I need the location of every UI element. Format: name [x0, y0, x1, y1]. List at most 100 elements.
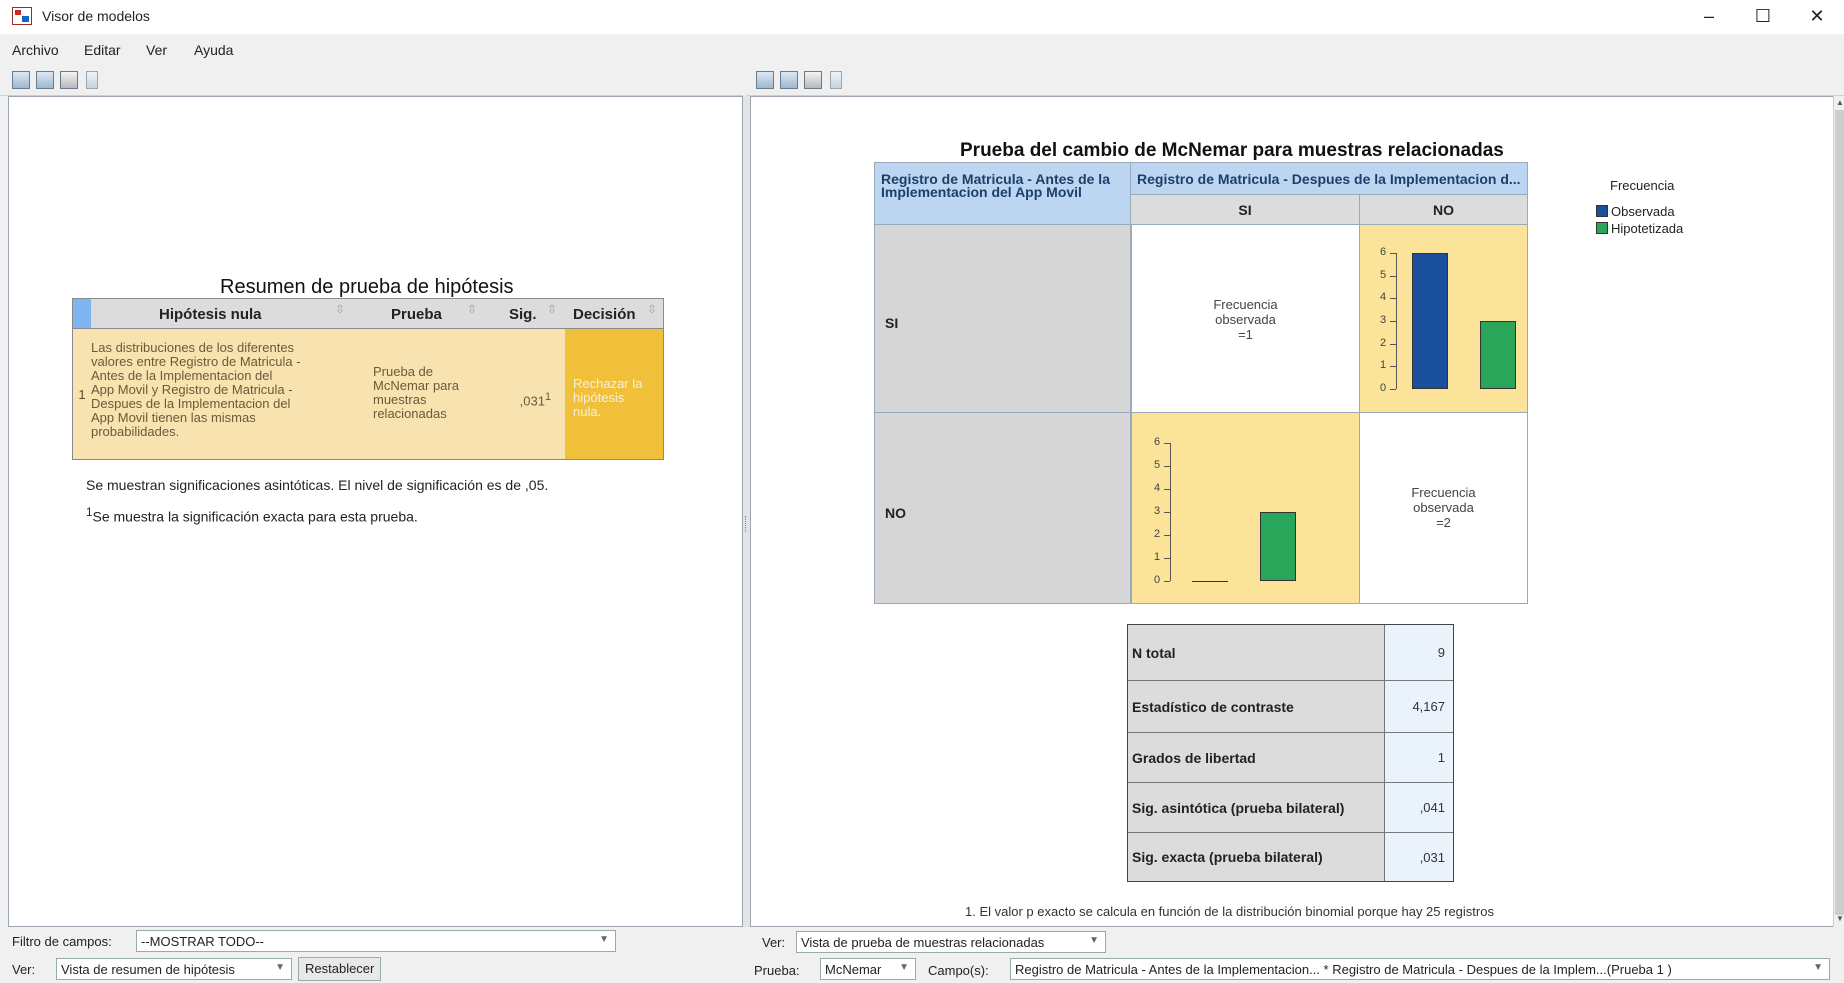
sig-superscript: 1	[544, 391, 551, 403]
fields-select[interactable]: Registro de Matricula - Antes de la Impl…	[1010, 958, 1830, 980]
sort-icon[interactable]: ⇳	[647, 303, 657, 315]
test-value: McNemar	[825, 962, 882, 977]
splitter-grip[interactable]	[745, 516, 748, 532]
y-tick-label: 6	[1380, 246, 1397, 258]
y-tick-label: 0	[1380, 382, 1397, 394]
stats-label: Grados de libertad	[1128, 733, 1385, 782]
col-header-si: SI	[1131, 195, 1359, 225]
significance-note: Se muestran significaciones asintóticas.…	[86, 477, 549, 493]
left-view-select[interactable]: Vista de resumen de hipótesis ▼	[56, 958, 292, 980]
y-tick-label: 2	[1380, 336, 1397, 349]
chevron-down-icon[interactable]: ▼	[599, 934, 609, 945]
field-filter-value: --MOSTRAR TODO--	[141, 934, 265, 949]
export-icon[interactable]	[830, 71, 842, 89]
stats-value: 4,167	[1385, 681, 1453, 732]
menu-ver[interactable]: Ver	[146, 42, 167, 58]
menu-editar[interactable]: Editar	[84, 42, 121, 58]
cell-line: observada	[1215, 312, 1276, 327]
legend-observed: Observada	[1596, 204, 1675, 219]
y-tick-label: 6	[1154, 436, 1171, 448]
maximize-button[interactable]: ☐	[1740, 0, 1786, 34]
hypothesis-summary-table: Hipótesis nula ⇳ Prueba ⇳ Sig. ⇳ Decisió…	[72, 298, 664, 460]
test-line: relacionadas	[373, 406, 447, 421]
sort-icon[interactable]: ⇳	[335, 303, 345, 315]
decision-cell: Rechazar la hipótesis nula.	[565, 329, 663, 459]
fields-value: Registro de Matricula - Antes de la Impl…	[1015, 962, 1672, 977]
decision-line: Rechazar la	[573, 376, 643, 391]
hypothesis-line: App Movil tienen las mismas	[91, 410, 256, 425]
stats-label: Sig. exacta (prueba bilateral)	[1128, 833, 1385, 881]
minimize-button[interactable]: –	[1686, 0, 1732, 34]
legend-label: Observada	[1611, 204, 1675, 219]
title-bar: Visor de modelos – ☐ ✕	[0, 0, 1844, 34]
row-header-si: SI	[875, 225, 1131, 413]
y-axis	[1396, 253, 1397, 389]
print-icon[interactable]	[60, 71, 78, 89]
reset-button[interactable]: Restablecer	[298, 957, 382, 981]
sort-icon[interactable]: ⇳	[547, 303, 557, 315]
export-icon[interactable]	[86, 71, 98, 89]
scroll-up-icon[interactable]: ▲	[1836, 98, 1844, 107]
y-axis	[1170, 443, 1171, 581]
stats-row: Sig. exacta (prueba bilateral) ,031	[1128, 833, 1453, 881]
right-view-value: Vista de prueba de muestras relacionadas	[801, 935, 1045, 950]
y-tick-label: 4	[1154, 482, 1171, 494]
chevron-down-icon[interactable]: ▼	[1089, 935, 1099, 946]
bar-hipotetizada	[1260, 512, 1296, 581]
y-tick-label: 4	[1380, 291, 1397, 304]
view-label: Ver:	[12, 962, 36, 977]
bar-observada	[1412, 253, 1448, 389]
stats-label: N total	[1128, 625, 1385, 680]
menu-ayuda[interactable]: Ayuda	[194, 42, 233, 58]
scroll-down-icon[interactable]: ▼	[1836, 914, 1844, 923]
copy-icon[interactable]	[12, 71, 30, 89]
panel-splitter[interactable]	[743, 96, 750, 927]
stats-label: Sig. asintótica (prueba bilateral)	[1128, 783, 1385, 832]
chevron-down-icon[interactable]: ▼	[1813, 962, 1823, 973]
vertical-scrollbar[interactable]: ▲ ▼	[1833, 96, 1844, 927]
field-filter-select[interactable]: --MOSTRAR TODO-- ▼	[136, 930, 616, 952]
legend-swatch-hypothesized	[1596, 222, 1608, 234]
hypothesis-line: Las distribuciones de los diferentes	[91, 340, 295, 355]
left-toolbar	[0, 66, 743, 96]
menu-archivo[interactable]: Archivo	[12, 42, 59, 58]
copy-special-icon[interactable]	[780, 71, 798, 89]
legend-hypothesized: Hipotetizada	[1596, 221, 1683, 236]
bar-hipotetizada	[1480, 321, 1516, 389]
header-sig[interactable]: Sig.	[509, 306, 537, 323]
left-view-value: Vista de resumen de hipótesis	[61, 962, 235, 977]
scrollbar-thumb[interactable]	[1835, 110, 1844, 915]
y-tick-label: 3	[1154, 505, 1171, 517]
test-line: muestras	[373, 392, 427, 407]
header-decision[interactable]: Decisión	[573, 306, 636, 323]
test-label: Prueba:	[754, 963, 800, 978]
print-icon[interactable]	[804, 71, 822, 89]
y-tick-label: 2	[1154, 528, 1171, 540]
test-line: Prueba de	[373, 364, 433, 379]
bar-zero-observada	[1192, 581, 1228, 582]
header-test[interactable]: Prueba	[391, 306, 442, 323]
hypothesis-line: valores entre Registro de Matricula -	[91, 354, 301, 369]
cell-line: Frecuencia	[1411, 485, 1476, 500]
stats-row: N total 9	[1128, 625, 1453, 681]
view-label: Ver:	[762, 935, 786, 950]
copy-special-icon[interactable]	[36, 71, 54, 89]
cell-line: =1	[1238, 327, 1253, 342]
cell-si-si: Frecuencia observada =1	[1131, 225, 1359, 413]
close-button[interactable]: ✕	[1794, 0, 1840, 34]
table-row[interactable]: 1 Las distribuciones de los diferentes v…	[73, 329, 663, 459]
y-tick-label: 5	[1380, 268, 1397, 281]
chevron-down-icon[interactable]: ▼	[275, 962, 285, 973]
y-tick-label: 5	[1154, 459, 1171, 471]
hypothesis-line: Antes de la Implementacion del	[91, 368, 273, 383]
cell-line: Frecuencia	[1213, 297, 1278, 312]
chevron-down-icon[interactable]: ▼	[899, 962, 909, 973]
cell-no-no-text: Frecuencia observada =2	[1360, 485, 1527, 530]
cell-si-si-text: Frecuencia observada =1	[1132, 297, 1359, 342]
copy-icon[interactable]	[756, 71, 774, 89]
test-select[interactable]: McNemar ▼	[820, 958, 916, 980]
sort-icon[interactable]: ⇳	[467, 303, 477, 315]
right-view-select[interactable]: Vista de prueba de muestras relacionadas…	[796, 931, 1106, 953]
header-hypothesis[interactable]: Hipótesis nula	[159, 306, 262, 323]
stats-value: ,041	[1385, 783, 1453, 832]
